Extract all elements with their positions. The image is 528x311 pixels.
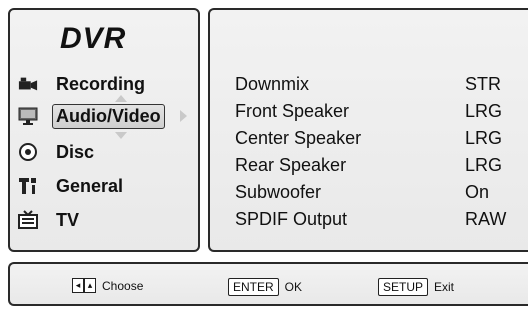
enter-key[interactable]: ENTER — [228, 278, 279, 296]
setting-value: On — [465, 182, 490, 202]
choose-hint: ◂ ▴ Choose — [72, 278, 143, 293]
menu-item-audio-video[interactable]: Audio/Video — [18, 102, 169, 130]
disc-icon — [18, 142, 38, 162]
setting-value: RAW — [465, 209, 507, 229]
setting-label: Subwoofer — [235, 182, 322, 202]
menu-item-label: Audio/Video — [52, 103, 165, 129]
setting-row-rear-speaker[interactable]: Rear Speaker LRG — [235, 155, 525, 181]
setup-key[interactable]: SETUP — [378, 278, 429, 296]
menu-item-label: General — [56, 175, 124, 196]
scroll-up-arrow-icon[interactable] — [115, 95, 127, 102]
submenu-arrow-icon — [180, 110, 187, 122]
menu-item-label: Recording — [56, 73, 146, 94]
monitor-icon — [18, 106, 38, 126]
setting-label: Front Speaker — [235, 101, 350, 121]
menu-item-general[interactable]: General — [18, 172, 123, 200]
setting-row-subwoofer[interactable]: Subwoofer On — [235, 182, 525, 208]
setting-row-front-speaker[interactable]: Front Speaker LRG — [235, 101, 525, 127]
setting-label: SPDIF Output — [235, 209, 348, 229]
exit-label: Exit — [434, 280, 455, 294]
setting-value: STR — [465, 74, 501, 94]
ok-label: OK — [284, 280, 303, 294]
menu-item-label: TV — [56, 209, 80, 230]
tv-icon — [18, 210, 38, 230]
scroll-down-arrow-icon[interactable] — [115, 132, 127, 139]
setting-row-spdif-output[interactable]: SPDIF Output RAW — [235, 209, 525, 235]
setting-label: Downmix — [235, 74, 310, 94]
setting-value: LRG — [465, 155, 503, 175]
menu-title: DVR — [60, 22, 127, 55]
setting-row-downmix[interactable]: Downmix STR — [235, 74, 525, 100]
setting-row-center-speaker[interactable]: Center Speaker LRG — [235, 128, 525, 154]
general-settings-icon — [18, 176, 38, 196]
setting-value: LRG — [465, 101, 503, 121]
menu-item-disc[interactable]: Disc — [18, 138, 94, 166]
menu-item-label: Disc — [56, 141, 95, 162]
exit-hint: SETUP Exit — [378, 278, 454, 296]
nav-keys-icon: ◂ ▴ — [72, 278, 96, 293]
setting-label: Center Speaker — [235, 128, 362, 148]
choose-label: Choose — [102, 278, 144, 293]
menu-item-tv[interactable]: TV — [18, 206, 79, 234]
menu-item-recording[interactable]: Recording — [18, 70, 145, 98]
setting-value: LRG — [465, 128, 503, 148]
camera-icon — [18, 74, 38, 94]
setting-label: Rear Speaker — [235, 155, 347, 175]
ok-hint: ENTER OK — [228, 278, 302, 296]
